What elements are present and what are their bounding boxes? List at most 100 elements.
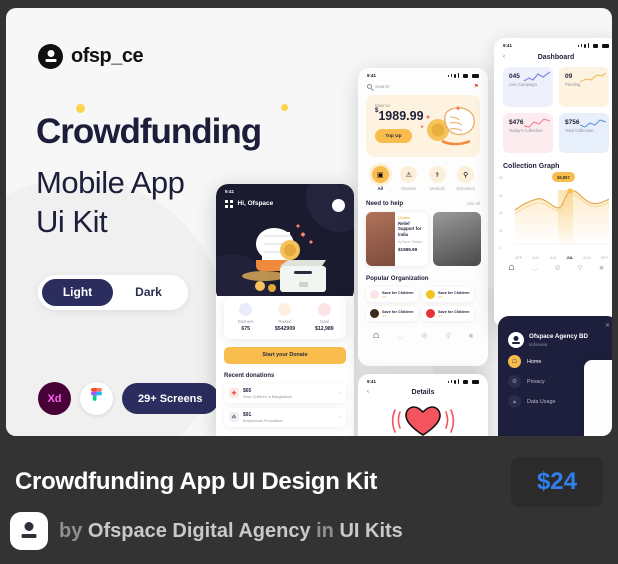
author-name[interactable]: Ofspace Digital Agency — [88, 520, 311, 542]
bottom-nav[interactable]: ☖ ◡ ⚙ ⚲ ■ — [494, 262, 612, 278]
org-rating: 4.5 — [438, 313, 443, 318]
chart-tooltip: $6,867 — [552, 172, 575, 182]
chart-x-axis: APR MAY JUN JUL AUG SEP — [499, 255, 612, 260]
start-donate-button[interactable]: Start your Donate — [224, 346, 346, 364]
category-tabs[interactable]: ▣ All ⚠ Disaster ⚕ Medical ⚲ Education — [358, 157, 488, 191]
list-item[interactable]: Save for Children 4.5 — [422, 306, 474, 321]
section-title: Popular Organization — [366, 275, 429, 282]
category-label: Disaster — [401, 186, 417, 191]
donation-illustration — [242, 224, 326, 292]
charity-icon: ☘ — [229, 412, 239, 422]
donation-name: Bolyanondo Foundation — [243, 418, 284, 423]
donation-amount: $65 — [243, 387, 252, 394]
card-pending[interactable]: 09 Pending — [559, 67, 609, 107]
list-item[interactable]: Save for Children 4.5 — [422, 287, 474, 302]
popular-org-header: Popular Organization — [358, 266, 488, 282]
avatar[interactable] — [10, 512, 48, 550]
category-medical[interactable]: ⚕ Medical — [423, 166, 452, 191]
menu-item-label: Home — [527, 358, 542, 365]
theme-option-light[interactable]: Light — [42, 279, 113, 306]
phone-mockup-wallet: 9:41 Search ⚑ Balance $1989.99 Top Up ▣ … — [358, 68, 488, 366]
phone-mockup-home: 9:41 Hi, Ofspace Donners 675 Raised $542… — [216, 184, 354, 436]
list-item[interactable]: ✚ $65 Save Children in Bangladesh › — [224, 383, 346, 403]
donation-name: Save Children in Bangladesh — [243, 394, 292, 399]
bottom-nav[interactable]: ☖ ◡ ⚙ ⚲ ■ — [358, 326, 488, 345]
avatar[interactable] — [332, 199, 345, 212]
y-tick: 0 — [499, 246, 501, 250]
org-rating: 4.5 — [382, 294, 387, 299]
campaign-cards: Disaster Relief Support for India by Sav… — [358, 207, 488, 266]
status-time: 9:41 — [225, 189, 235, 194]
notification-icon[interactable]: ⚑ — [474, 83, 479, 90]
medical-icon: ⚕ — [428, 166, 446, 183]
settings-icon[interactable]: ⚙ — [554, 264, 560, 272]
card-todays-collection[interactable]: $476 Today's Collection — [503, 113, 553, 153]
drawer-peek-screen — [584, 360, 612, 436]
topup-button[interactable]: Top Up — [375, 129, 412, 143]
product-card: ofsp_ce Crowdfunding Mobile App Ui Kit L… — [0, 0, 618, 564]
search-placeholder: Search — [375, 84, 390, 89]
see-all-link[interactable]: See All — [467, 201, 480, 206]
brand-logo: ofsp_ce — [38, 44, 144, 69]
x-tick: SEP — [600, 256, 608, 260]
settings-icon[interactable]: ⚙ — [421, 332, 427, 340]
category-all[interactable]: ▣ All — [366, 166, 395, 191]
account-location: Indonesia — [529, 342, 548, 347]
card-live-campaign[interactable]: 045 Live Campaign — [503, 67, 553, 107]
author-byline: by Ofspace Digital Agency in UI Kits — [59, 520, 403, 543]
sparkline-icon — [524, 118, 550, 128]
headline-line-1: Crowdfunding — [36, 112, 262, 151]
menu-item-label: Data Usage — [527, 398, 556, 405]
stat-label: Donners — [237, 319, 254, 324]
card-total-collection[interactable]: $756 Total Collection — [559, 113, 609, 153]
close-icon[interactable]: ✕ — [605, 322, 610, 329]
campaign-tag: Disaster — [398, 216, 411, 220]
category-disaster[interactable]: ⚠ Disaster — [395, 166, 424, 191]
theme-toggle[interactable]: Light Dark — [38, 275, 188, 310]
preview-image[interactable]: ofsp_ce Crowdfunding Mobile App Ui Kit L… — [6, 8, 612, 436]
sparkline-icon — [580, 72, 606, 83]
education-icon: ⚲ — [457, 166, 475, 183]
category-label: Medical — [430, 186, 445, 191]
decorative-dot — [281, 104, 288, 111]
search-input[interactable]: Search — [367, 84, 390, 89]
ofspace-logo-icon — [38, 44, 63, 69]
category-link[interactable]: UI Kits — [339, 520, 402, 542]
list-item[interactable]: ☘ $91 Bolyanondo Foundation › — [224, 407, 346, 427]
recent-donations-title: Recent donations — [224, 372, 275, 379]
figma-glyph — [91, 387, 102, 401]
price-badge[interactable]: $24 — [510, 457, 603, 507]
x-tick: AUG — [583, 256, 591, 260]
all-icon: ▣ — [371, 166, 389, 183]
bookmark-icon[interactable]: ◡ — [531, 264, 537, 272]
bookmark-icon[interactable]: ◡ — [397, 332, 403, 340]
profile-icon[interactable]: ■ — [469, 333, 473, 340]
tool-badges: Xd 29+ Screens — [38, 382, 219, 415]
page-title: Dashboard — [537, 53, 575, 61]
campaign-card-secondary[interactable] — [433, 212, 481, 266]
brand-logo-text: ofsp_ce — [71, 45, 144, 67]
org-icon — [370, 309, 379, 318]
home-icon[interactable]: ☖ — [373, 332, 379, 340]
status-bar: 9:41 — [358, 374, 488, 386]
list-item[interactable]: Save for Children 4.5 — [366, 287, 418, 302]
category-education[interactable]: ⚲ Education — [452, 166, 481, 191]
in-word: in — [316, 519, 334, 542]
search-icon[interactable]: ⚲ — [577, 264, 582, 272]
status-icons — [447, 73, 479, 78]
stat-cards-grid: 045 Live Campaign 09 Pending $476 Today'… — [494, 67, 612, 153]
grid-menu-icon[interactable] — [225, 200, 233, 208]
stat-raised: Raised $542909 — [265, 303, 304, 332]
profile-icon[interactable]: ■ — [599, 265, 603, 272]
y-tick: 8K — [499, 176, 504, 180]
figma-icon — [80, 382, 113, 415]
donors-icon — [239, 303, 253, 316]
by-prefix: by — [59, 519, 83, 542]
stat-value: 675 — [241, 325, 250, 332]
adobe-xd-icon: Xd — [38, 382, 71, 415]
search-icon[interactable]: ⚲ — [446, 332, 451, 340]
list-item[interactable]: Save for Children 4.5 — [366, 306, 418, 321]
theme-option-dark[interactable]: Dark — [113, 279, 184, 306]
home-icon[interactable]: ☖ — [508, 264, 514, 272]
campaign-card[interactable]: Disaster Relief Support for India by Sav… — [366, 212, 428, 266]
